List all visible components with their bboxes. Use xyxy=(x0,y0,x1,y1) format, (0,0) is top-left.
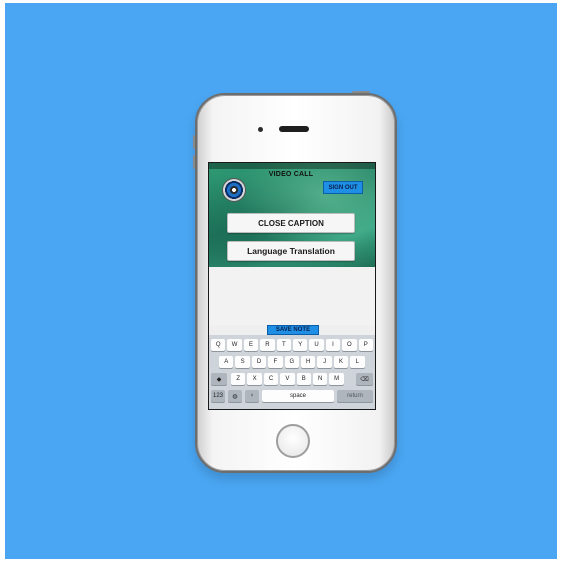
key-b[interactable]: B xyxy=(296,373,311,385)
key-q[interactable]: Q xyxy=(211,339,226,351)
microphone-icon[interactable]: ♀ xyxy=(245,390,259,402)
key-z[interactable]: Z xyxy=(231,373,246,385)
key-s[interactable]: S xyxy=(235,356,250,368)
key-v[interactable]: V xyxy=(280,373,295,385)
keyboard-row-2: ASDFGHJKL xyxy=(209,356,375,370)
volume-button xyxy=(193,135,195,149)
key-e[interactable]: E xyxy=(243,339,259,351)
sign-out-button[interactable]: SIGN OUT xyxy=(323,181,363,194)
app-header-area: VIDEO CALL SIGN OUT CLOSE CAPTION Langua… xyxy=(209,163,375,267)
key-x[interactable]: X xyxy=(247,373,262,385)
shift-key[interactable]: ◆ xyxy=(211,373,227,385)
key-y[interactable]: Y xyxy=(293,339,308,351)
phone-screen: VIDEO CALL SIGN OUT CLOSE CAPTION Langua… xyxy=(208,162,376,410)
key-i[interactable]: I xyxy=(325,339,341,351)
save-note-button[interactable]: SAVE NOTE xyxy=(267,325,319,335)
key-c[interactable]: C xyxy=(263,373,279,385)
key-n[interactable]: N xyxy=(313,373,328,385)
on-screen-keyboard: QWERTYUIOP ASDFGHJKL ◆ ⌫ ZXCVBNM 123 ◍ ♀… xyxy=(209,335,375,409)
key-p[interactable]: P xyxy=(358,339,373,351)
earpiece-speaker xyxy=(279,126,309,132)
key-u[interactable]: U xyxy=(309,339,324,351)
power-button xyxy=(352,91,370,93)
key-j[interactable]: J xyxy=(317,356,332,368)
keyboard-row-4: 123 ◍ ♀ space return xyxy=(209,390,375,404)
key-f[interactable]: F xyxy=(268,356,283,368)
key-r[interactable]: R xyxy=(260,339,275,351)
screen-title: VIDEO CALL xyxy=(268,171,314,178)
note-text-area[interactable] xyxy=(209,267,375,325)
key-h[interactable]: H xyxy=(301,356,316,368)
key-l[interactable]: L xyxy=(350,356,365,368)
key-o[interactable]: O xyxy=(342,339,357,351)
globe-icon[interactable]: ◍ xyxy=(228,390,242,402)
status-bar xyxy=(209,163,375,169)
keyboard-row-1: QWERTYUIOP xyxy=(209,339,375,353)
front-camera xyxy=(258,127,263,132)
close-caption-button[interactable]: CLOSE CAPTION xyxy=(227,213,355,233)
delete-key[interactable]: ⌫ xyxy=(356,373,373,385)
keyboard-row-3: ◆ ⌫ ZXCVBNM xyxy=(209,373,375,387)
return-key[interactable]: return xyxy=(337,390,373,402)
key-w[interactable]: W xyxy=(227,339,242,351)
key-t[interactable]: T xyxy=(276,339,291,351)
key-a[interactable]: A xyxy=(219,356,234,368)
key-m[interactable]: M xyxy=(329,373,344,385)
numbers-key[interactable]: 123 xyxy=(211,390,225,402)
key-k[interactable]: K xyxy=(333,356,349,368)
home-button[interactable] xyxy=(276,424,310,458)
volume-button xyxy=(193,155,195,169)
app-logo-icon xyxy=(223,179,245,201)
key-g[interactable]: G xyxy=(284,356,299,368)
language-translation-button[interactable]: Language Translation xyxy=(227,241,355,261)
key-d[interactable]: D xyxy=(251,356,267,368)
space-key[interactable]: space xyxy=(262,390,334,402)
